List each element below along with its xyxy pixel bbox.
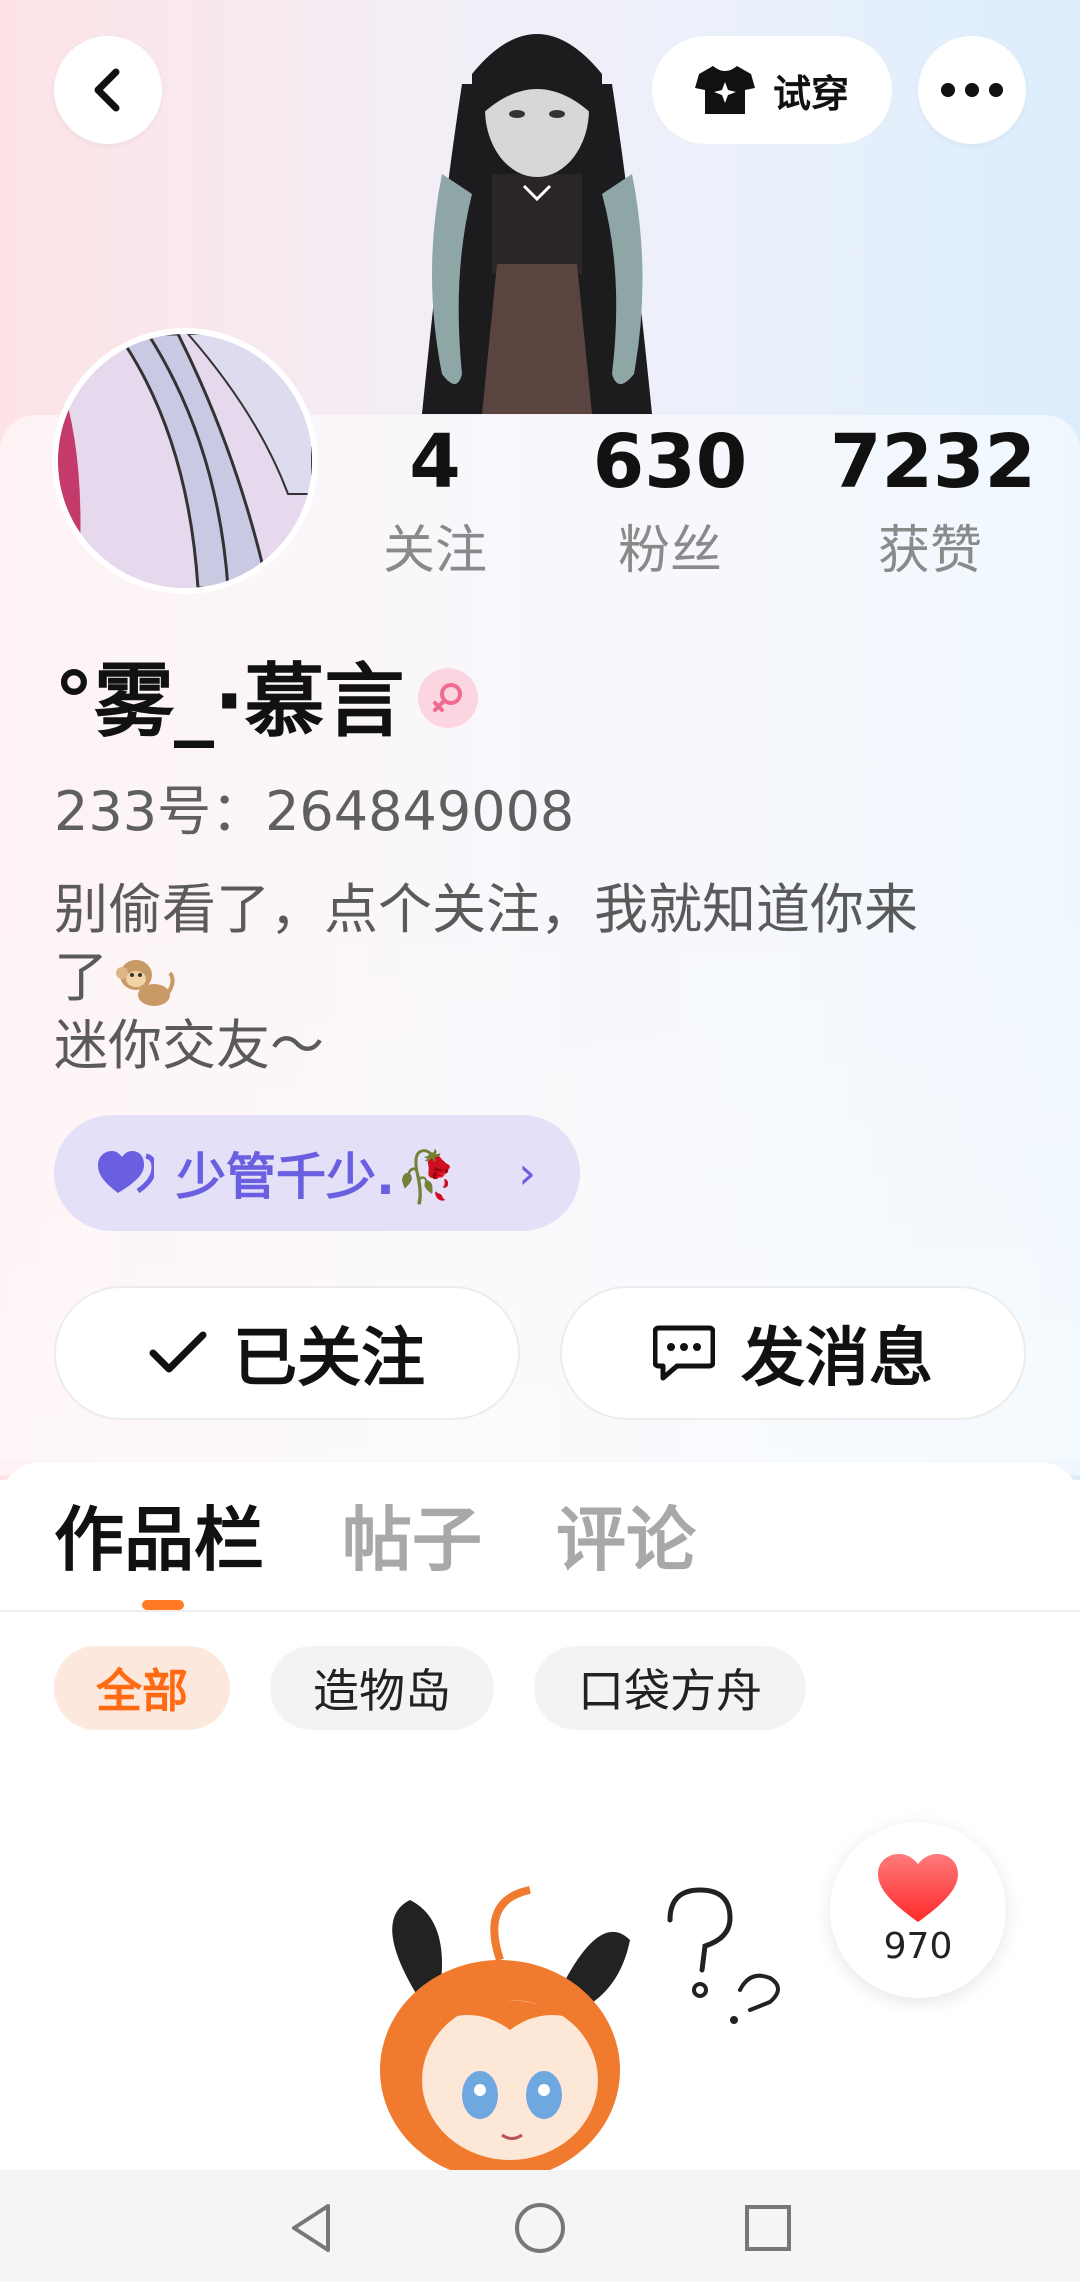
character-avatar-3d[interactable] bbox=[402, 14, 672, 414]
content-tabs: 作品栏 帖子 评论 bbox=[0, 1490, 1080, 1610]
chip-pocket-ark[interactable]: 口袋方舟 bbox=[534, 1646, 806, 1730]
more-button[interactable] bbox=[918, 36, 1026, 144]
stat-fans[interactable]: 630 粉丝 bbox=[590, 420, 750, 586]
cp-relationship-pill[interactable]: 少管千少.🥀 › bbox=[54, 1115, 580, 1231]
back-button[interactable] bbox=[54, 36, 162, 144]
active-tab-indicator bbox=[142, 1600, 184, 1610]
stat-likes[interactable]: 7232 获赞 bbox=[830, 419, 1036, 586]
tab-comments[interactable]: 评论 bbox=[556, 1490, 696, 1590]
nav-back-icon[interactable] bbox=[282, 2198, 342, 2258]
heart-icon bbox=[98, 1151, 154, 1194]
like-count: 970 bbox=[883, 1925, 953, 1967]
stats-row: 4 关注 630 粉丝 7232 获赞 bbox=[360, 420, 1060, 600]
message-label: 发消息 bbox=[741, 1322, 933, 1396]
follow-label: 已关注 bbox=[233, 1322, 425, 1396]
like-heart-icon bbox=[878, 1853, 958, 1922]
cp-name: 少管千少.🥀 bbox=[176, 1148, 458, 1206]
tab-posts[interactable]: 帖子 bbox=[342, 1490, 482, 1590]
bio-line-3: 迷你交友～ bbox=[54, 1014, 324, 1077]
back-icon bbox=[94, 68, 120, 112]
like-button[interactable]: 970 bbox=[830, 1822, 1006, 1998]
following-count: 4 bbox=[409, 419, 461, 505]
fans-count: 630 bbox=[592, 419, 748, 505]
bio-line-2-wrap: 了 bbox=[54, 944, 1034, 1012]
profile-avatar[interactable] bbox=[52, 328, 318, 594]
system-nav-bar bbox=[0, 2170, 1080, 2282]
nav-recents-icon[interactable] bbox=[738, 2198, 798, 2258]
try-on-label: 试穿 bbox=[772, 71, 849, 116]
message-button[interactable]: 发消息 bbox=[560, 1286, 1026, 1420]
chip-all[interactable]: 全部 bbox=[54, 1646, 230, 1730]
gender-badge bbox=[418, 668, 478, 728]
more-icon bbox=[941, 83, 1003, 97]
username: °雾_·慕言 bbox=[54, 655, 405, 748]
likes-count: 7232 bbox=[830, 419, 1036, 505]
chat-icon bbox=[653, 1325, 715, 1381]
bio-line-1: 别偷看了，点个关注，我就知道你来 bbox=[54, 878, 918, 941]
following-label: 关注 bbox=[382, 521, 487, 581]
likes-label: 获赞 bbox=[877, 521, 982, 581]
bio-line-2: 了 bbox=[54, 946, 108, 1009]
check-icon bbox=[149, 1331, 207, 1373]
user-id[interactable]: 233号：264849008 bbox=[54, 776, 574, 848]
follow-button[interactable]: 已关注 bbox=[54, 1286, 520, 1420]
fans-label: 粉丝 bbox=[617, 521, 722, 581]
tabs-divider bbox=[0, 1610, 1080, 1612]
nav-home-icon[interactable] bbox=[510, 2198, 570, 2258]
try-on-button[interactable]: 试穿 bbox=[652, 36, 892, 144]
chip-creation-island[interactable]: 造物岛 bbox=[270, 1646, 494, 1730]
bio: 别偷看了，点个关注，我就知道你来 了 迷你交友～ bbox=[54, 876, 1034, 1080]
female-icon bbox=[433, 683, 462, 712]
chevron-right-icon: › bbox=[518, 1147, 536, 1199]
empty-state-mascot bbox=[380, 1886, 780, 2170]
tab-works[interactable]: 作品栏 bbox=[54, 1490, 264, 1590]
stat-following[interactable]: 4 关注 bbox=[370, 420, 500, 586]
monkey-emoji-icon bbox=[116, 960, 175, 1007]
tshirt-icon bbox=[694, 66, 755, 114]
